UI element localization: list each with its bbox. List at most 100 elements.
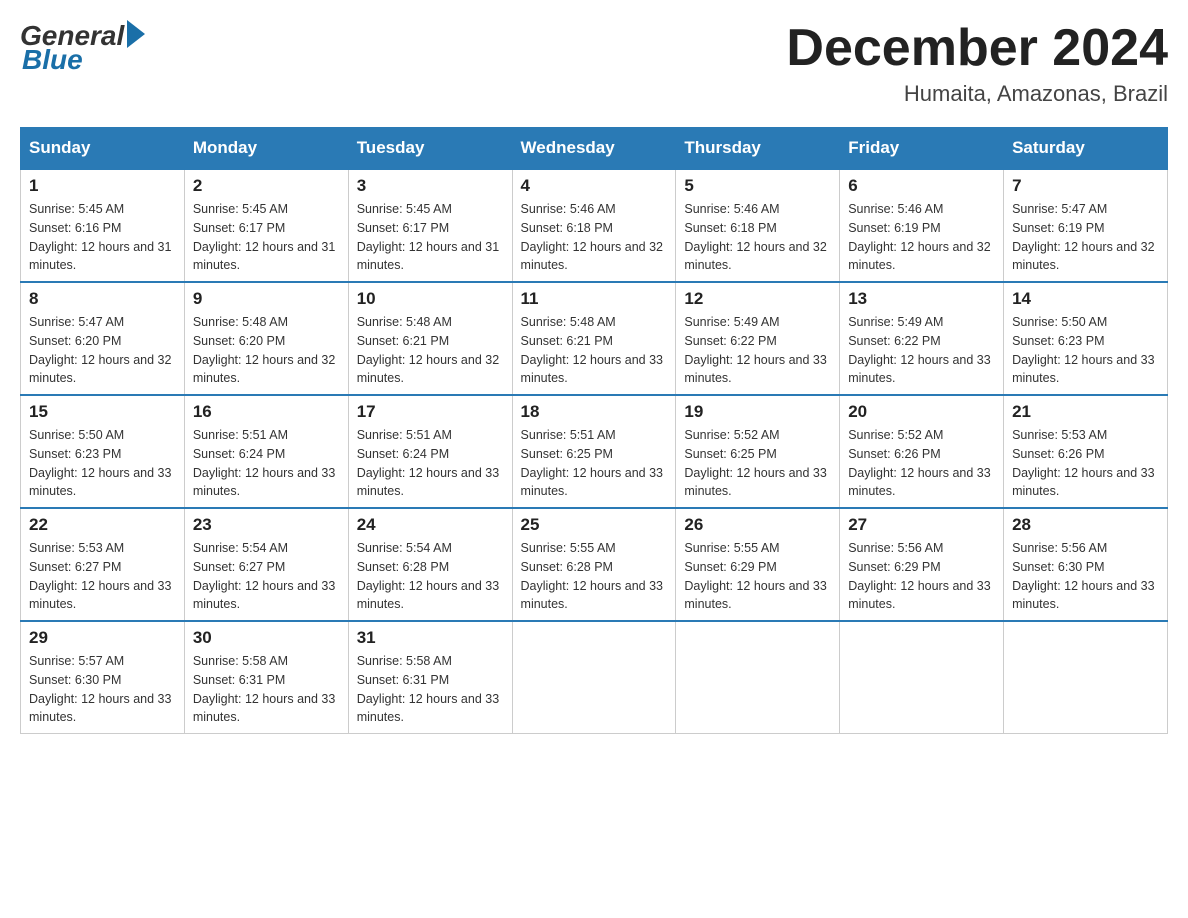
day-info: Sunrise: 5:53 AM Sunset: 6:27 PM Dayligh…: [29, 539, 176, 614]
day-number: 13: [848, 289, 995, 309]
day-info: Sunrise: 5:48 AM Sunset: 6:20 PM Dayligh…: [193, 313, 340, 388]
calendar-day-cell: 17 Sunrise: 5:51 AM Sunset: 6:24 PM Dayl…: [348, 395, 512, 508]
day-info: Sunrise: 5:47 AM Sunset: 6:20 PM Dayligh…: [29, 313, 176, 388]
calendar-day-cell: 12 Sunrise: 5:49 AM Sunset: 6:22 PM Dayl…: [676, 282, 840, 395]
day-info: Sunrise: 5:46 AM Sunset: 6:18 PM Dayligh…: [684, 200, 831, 275]
location-title: Humaita, Amazonas, Brazil: [786, 81, 1168, 107]
calendar-day-cell: 8 Sunrise: 5:47 AM Sunset: 6:20 PM Dayli…: [21, 282, 185, 395]
calendar-day-cell: 29 Sunrise: 5:57 AM Sunset: 6:30 PM Dayl…: [21, 621, 185, 734]
day-number: 22: [29, 515, 176, 535]
day-info: Sunrise: 5:54 AM Sunset: 6:27 PM Dayligh…: [193, 539, 340, 614]
day-number: 10: [357, 289, 504, 309]
calendar-day-cell: [840, 621, 1004, 734]
day-number: 27: [848, 515, 995, 535]
day-number: 4: [521, 176, 668, 196]
col-monday: Monday: [184, 128, 348, 170]
calendar-week-row: 22 Sunrise: 5:53 AM Sunset: 6:27 PM Dayl…: [21, 508, 1168, 621]
calendar-day-cell: 20 Sunrise: 5:52 AM Sunset: 6:26 PM Dayl…: [840, 395, 1004, 508]
day-number: 19: [684, 402, 831, 422]
day-number: 8: [29, 289, 176, 309]
calendar-day-cell: 31 Sunrise: 5:58 AM Sunset: 6:31 PM Dayl…: [348, 621, 512, 734]
day-info: Sunrise: 5:53 AM Sunset: 6:26 PM Dayligh…: [1012, 426, 1159, 501]
calendar-day-cell: 6 Sunrise: 5:46 AM Sunset: 6:19 PM Dayli…: [840, 169, 1004, 282]
calendar-day-cell: 1 Sunrise: 5:45 AM Sunset: 6:16 PM Dayli…: [21, 169, 185, 282]
day-info: Sunrise: 5:51 AM Sunset: 6:25 PM Dayligh…: [521, 426, 668, 501]
title-block: December 2024 Humaita, Amazonas, Brazil: [786, 20, 1168, 107]
calendar-day-cell: 3 Sunrise: 5:45 AM Sunset: 6:17 PM Dayli…: [348, 169, 512, 282]
day-number: 29: [29, 628, 176, 648]
day-info: Sunrise: 5:50 AM Sunset: 6:23 PM Dayligh…: [29, 426, 176, 501]
day-info: Sunrise: 5:51 AM Sunset: 6:24 PM Dayligh…: [193, 426, 340, 501]
calendar-week-row: 1 Sunrise: 5:45 AM Sunset: 6:16 PM Dayli…: [21, 169, 1168, 282]
day-info: Sunrise: 5:46 AM Sunset: 6:19 PM Dayligh…: [848, 200, 995, 275]
day-info: Sunrise: 5:45 AM Sunset: 6:16 PM Dayligh…: [29, 200, 176, 275]
day-number: 18: [521, 402, 668, 422]
day-info: Sunrise: 5:45 AM Sunset: 6:17 PM Dayligh…: [357, 200, 504, 275]
day-number: 5: [684, 176, 831, 196]
day-info: Sunrise: 5:55 AM Sunset: 6:29 PM Dayligh…: [684, 539, 831, 614]
col-tuesday: Tuesday: [348, 128, 512, 170]
day-info: Sunrise: 5:54 AM Sunset: 6:28 PM Dayligh…: [357, 539, 504, 614]
day-info: Sunrise: 5:46 AM Sunset: 6:18 PM Dayligh…: [521, 200, 668, 275]
calendar-day-cell: 7 Sunrise: 5:47 AM Sunset: 6:19 PM Dayli…: [1004, 169, 1168, 282]
calendar-day-cell: 24 Sunrise: 5:54 AM Sunset: 6:28 PM Dayl…: [348, 508, 512, 621]
logo-blue-text: Blue: [22, 44, 83, 76]
col-friday: Friday: [840, 128, 1004, 170]
calendar-day-cell: [512, 621, 676, 734]
day-number: 23: [193, 515, 340, 535]
month-title: December 2024: [786, 20, 1168, 77]
day-info: Sunrise: 5:48 AM Sunset: 6:21 PM Dayligh…: [521, 313, 668, 388]
day-number: 17: [357, 402, 504, 422]
calendar-day-cell: 27 Sunrise: 5:56 AM Sunset: 6:29 PM Dayl…: [840, 508, 1004, 621]
calendar-day-cell: 2 Sunrise: 5:45 AM Sunset: 6:17 PM Dayli…: [184, 169, 348, 282]
calendar-day-cell: 30 Sunrise: 5:58 AM Sunset: 6:31 PM Dayl…: [184, 621, 348, 734]
calendar-table: Sunday Monday Tuesday Wednesday Thursday…: [20, 127, 1168, 734]
day-number: 3: [357, 176, 504, 196]
day-number: 14: [1012, 289, 1159, 309]
calendar-day-cell: 15 Sunrise: 5:50 AM Sunset: 6:23 PM Dayl…: [21, 395, 185, 508]
day-number: 28: [1012, 515, 1159, 535]
logo-arrow-icon: [127, 20, 145, 48]
page-header: General Blue December 2024 Humaita, Amaz…: [20, 20, 1168, 107]
calendar-day-cell: 9 Sunrise: 5:48 AM Sunset: 6:20 PM Dayli…: [184, 282, 348, 395]
day-info: Sunrise: 5:48 AM Sunset: 6:21 PM Dayligh…: [357, 313, 504, 388]
day-info: Sunrise: 5:51 AM Sunset: 6:24 PM Dayligh…: [357, 426, 504, 501]
col-wednesday: Wednesday: [512, 128, 676, 170]
calendar-header-row: Sunday Monday Tuesday Wednesday Thursday…: [21, 128, 1168, 170]
day-number: 16: [193, 402, 340, 422]
col-thursday: Thursday: [676, 128, 840, 170]
day-info: Sunrise: 5:49 AM Sunset: 6:22 PM Dayligh…: [848, 313, 995, 388]
day-info: Sunrise: 5:45 AM Sunset: 6:17 PM Dayligh…: [193, 200, 340, 275]
day-info: Sunrise: 5:58 AM Sunset: 6:31 PM Dayligh…: [357, 652, 504, 727]
day-info: Sunrise: 5:52 AM Sunset: 6:26 PM Dayligh…: [848, 426, 995, 501]
day-info: Sunrise: 5:52 AM Sunset: 6:25 PM Dayligh…: [684, 426, 831, 501]
calendar-day-cell: 28 Sunrise: 5:56 AM Sunset: 6:30 PM Dayl…: [1004, 508, 1168, 621]
day-number: 31: [357, 628, 504, 648]
day-number: 21: [1012, 402, 1159, 422]
day-number: 11: [521, 289, 668, 309]
day-number: 2: [193, 176, 340, 196]
day-number: 26: [684, 515, 831, 535]
calendar-day-cell: 18 Sunrise: 5:51 AM Sunset: 6:25 PM Dayl…: [512, 395, 676, 508]
calendar-week-row: 15 Sunrise: 5:50 AM Sunset: 6:23 PM Dayl…: [21, 395, 1168, 508]
calendar-day-cell: 22 Sunrise: 5:53 AM Sunset: 6:27 PM Dayl…: [21, 508, 185, 621]
day-number: 9: [193, 289, 340, 309]
calendar-day-cell: 19 Sunrise: 5:52 AM Sunset: 6:25 PM Dayl…: [676, 395, 840, 508]
day-number: 1: [29, 176, 176, 196]
logo: General Blue: [20, 20, 145, 76]
day-info: Sunrise: 5:57 AM Sunset: 6:30 PM Dayligh…: [29, 652, 176, 727]
calendar-day-cell: 16 Sunrise: 5:51 AM Sunset: 6:24 PM Dayl…: [184, 395, 348, 508]
day-info: Sunrise: 5:56 AM Sunset: 6:29 PM Dayligh…: [848, 539, 995, 614]
day-number: 20: [848, 402, 995, 422]
day-info: Sunrise: 5:47 AM Sunset: 6:19 PM Dayligh…: [1012, 200, 1159, 275]
day-number: 30: [193, 628, 340, 648]
calendar-day-cell: 23 Sunrise: 5:54 AM Sunset: 6:27 PM Dayl…: [184, 508, 348, 621]
calendar-day-cell: 10 Sunrise: 5:48 AM Sunset: 6:21 PM Dayl…: [348, 282, 512, 395]
calendar-day-cell: 26 Sunrise: 5:55 AM Sunset: 6:29 PM Dayl…: [676, 508, 840, 621]
day-number: 6: [848, 176, 995, 196]
calendar-day-cell: 25 Sunrise: 5:55 AM Sunset: 6:28 PM Dayl…: [512, 508, 676, 621]
calendar-week-row: 29 Sunrise: 5:57 AM Sunset: 6:30 PM Dayl…: [21, 621, 1168, 734]
calendar-day-cell: 5 Sunrise: 5:46 AM Sunset: 6:18 PM Dayli…: [676, 169, 840, 282]
day-info: Sunrise: 5:49 AM Sunset: 6:22 PM Dayligh…: [684, 313, 831, 388]
day-info: Sunrise: 5:58 AM Sunset: 6:31 PM Dayligh…: [193, 652, 340, 727]
